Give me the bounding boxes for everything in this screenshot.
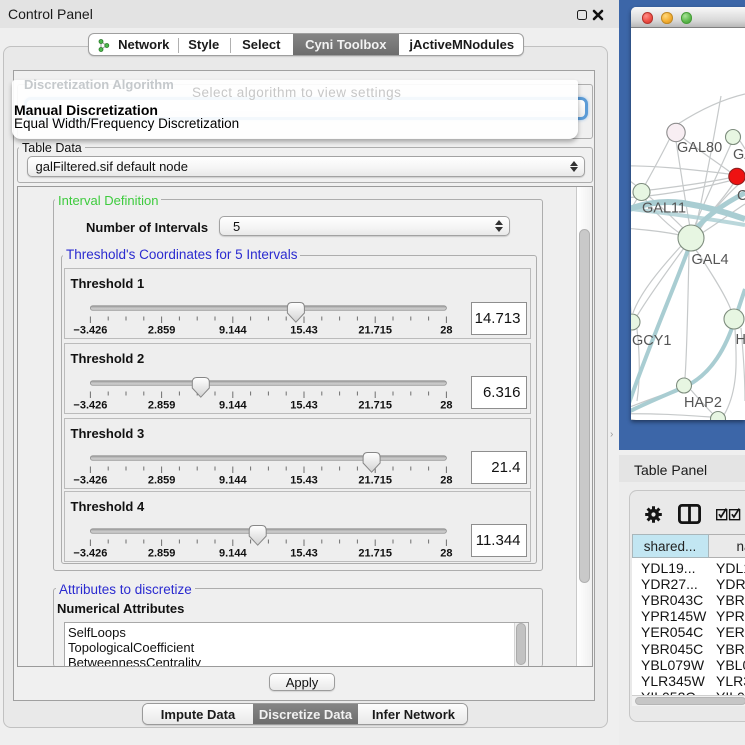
svg-text:−3.426: −3.426: [73, 474, 107, 486]
svg-text:2.859: 2.859: [147, 547, 175, 559]
svg-text:15.43: 15.43: [290, 325, 318, 337]
svg-text:15.43: 15.43: [290, 547, 318, 559]
svg-text:9.144: 9.144: [219, 474, 247, 486]
svg-text:28: 28: [440, 325, 452, 337]
svg-text:2.859: 2.859: [147, 325, 175, 337]
svg-text:21.715: 21.715: [358, 325, 392, 337]
svg-text:C: C: [737, 188, 745, 204]
svg-text:HAP2: HAP2: [684, 395, 722, 411]
svg-text:9.144: 9.144: [219, 399, 247, 411]
svg-text:21.715: 21.715: [358, 474, 392, 486]
svg-text:15.43: 15.43: [290, 474, 318, 486]
svg-text:GAL80: GAL80: [677, 140, 722, 156]
svg-text:21.715: 21.715: [358, 399, 392, 411]
svg-text:9.144: 9.144: [219, 547, 247, 559]
svg-text:21.715: 21.715: [358, 547, 392, 559]
svg-text:2.859: 2.859: [147, 474, 175, 486]
svg-text:−3.426: −3.426: [73, 547, 107, 559]
svg-text:GAL11: GAL11: [642, 201, 686, 217]
svg-text:9.144: 9.144: [219, 325, 247, 337]
svg-text:28: 28: [440, 399, 452, 411]
svg-text:H: H: [736, 332, 745, 348]
svg-text:28: 28: [440, 547, 452, 559]
svg-text:15.43: 15.43: [290, 399, 318, 411]
svg-text:GAL4: GAL4: [692, 252, 729, 268]
svg-text:28: 28: [440, 474, 452, 486]
svg-text:−3.426: −3.426: [73, 325, 107, 337]
svg-text:2.859: 2.859: [147, 399, 175, 411]
svg-text:GA: GA: [733, 147, 745, 163]
svg-text:−3.426: −3.426: [73, 399, 107, 411]
svg-text:GCY1: GCY1: [632, 333, 672, 349]
